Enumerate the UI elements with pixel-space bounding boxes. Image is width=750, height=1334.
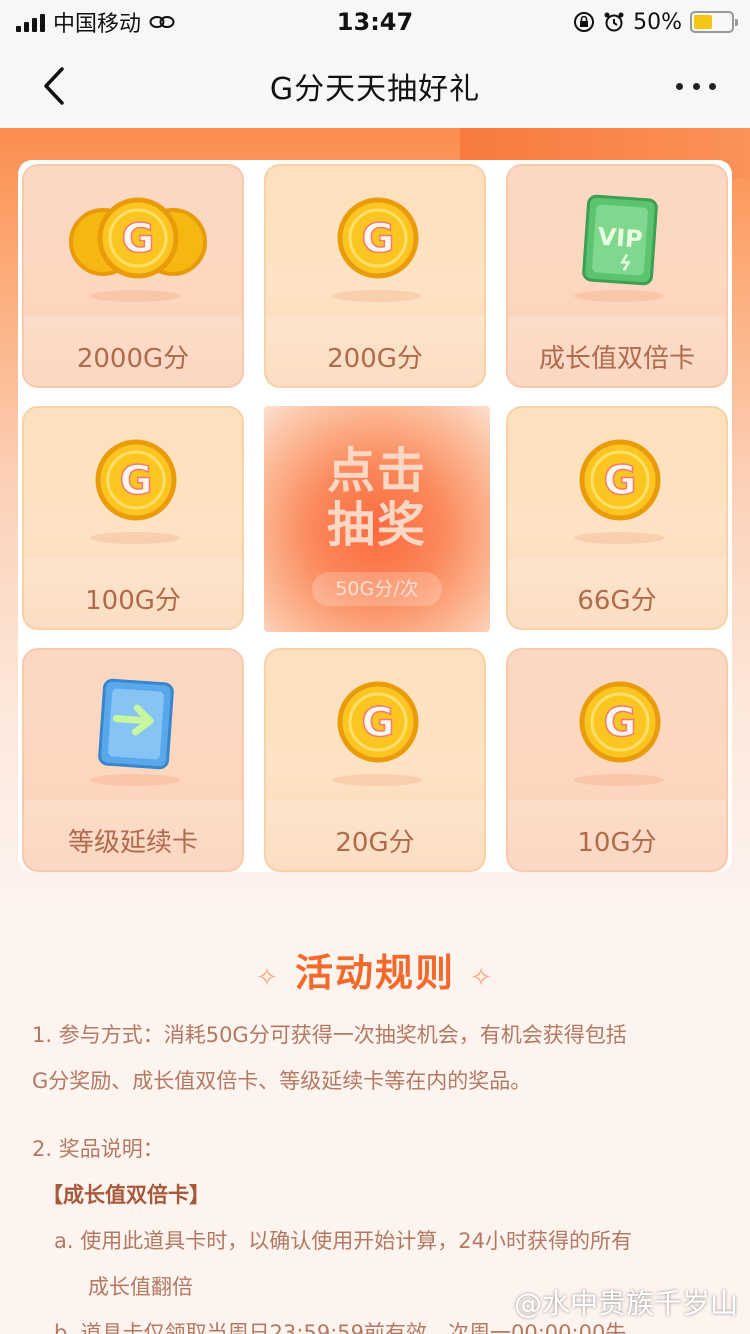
more-dot [692, 82, 700, 90]
prize-label: 66G分 [577, 586, 657, 616]
rules-title: 活动规则 [294, 951, 455, 995]
alarm-icon [604, 12, 624, 32]
rotation-lock-icon [574, 12, 595, 32]
battery-icon [690, 11, 738, 33]
prize-cell-10g: G 10G分 [506, 648, 728, 872]
g-coin-icon: G [579, 439, 661, 521]
prize-cell-66g: G 66G分 [506, 406, 728, 630]
g-coin-icon: G [95, 439, 177, 521]
carrier-label: 中国移动 [53, 12, 142, 37]
back-button[interactable] [34, 64, 74, 108]
status-bar: 中国移动 13:47 50% [0, 0, 750, 44]
arrow-card-icon [98, 678, 174, 770]
battery-level [694, 15, 712, 29]
g-coin-icon: G [337, 197, 419, 279]
rules-heading: ✧ 活动规则 ✧ [0, 942, 750, 997]
more-dot [676, 82, 683, 90]
rule-text: 1. 参与方式：消耗50G分可获得一次抽奖机会，有机会获得包括 [32, 1023, 627, 1047]
g-coin-icon: G [337, 681, 419, 763]
prize-label: 200G分 [327, 344, 423, 374]
prize-label: 100G分 [85, 586, 181, 616]
more-dot [709, 82, 716, 90]
sparkle-right-icon: ✧ [470, 963, 495, 993]
g-coin-icon: G [579, 681, 661, 763]
prize-label: 20G分 [335, 828, 415, 858]
page-title: G分天天抽好礼 [269, 72, 481, 107]
battery-percent: 50% [633, 9, 682, 35]
rule-section-title: 【成长值双倍卡】 [42, 1183, 210, 1207]
signal-icon [16, 12, 45, 32]
draw-button-line2: 抽奖 [326, 497, 427, 553]
navigation-bar: G分天天抽好礼 [0, 44, 750, 128]
vip-card-icon: VIP [582, 194, 658, 286]
prize-label: 成长值双倍卡 [538, 344, 695, 374]
prize-cell-100g: G 100G分 [22, 406, 244, 630]
rule-text: a. 使用此道具卡时，以确认使用开始计算，24小时获得的所有 [54, 1229, 632, 1253]
prize-label: 等级延续卡 [67, 828, 198, 858]
chevron-left-icon [44, 67, 64, 105]
rule-text: G分奖励、成长值双倍卡、等级延续卡等在内的奖品。 [32, 1069, 532, 1093]
prize-cell-2000g: G 2000G分 [22, 164, 244, 388]
rule-text: 2. 奖品说明： [32, 1137, 164, 1161]
prize-cell-level-extension-card: 等级延续卡 [22, 648, 244, 872]
draw-cost-badge: 50G分/次 [312, 572, 442, 606]
svg-text:G: G [362, 216, 395, 262]
svg-text:G: G [120, 458, 153, 504]
svg-text:VIP: VIP [597, 222, 644, 253]
prize-cell-20g: G 20G分 [264, 648, 486, 872]
prize-label: 10G分 [577, 828, 657, 858]
svg-text:G: G [122, 216, 155, 262]
more-button[interactable] [676, 70, 716, 102]
svg-text:G: G [604, 700, 637, 746]
lottery-grid: G 2000G分 G 200G分 VIP 成长值双倍卡 G 100G分 点击 抽… [18, 160, 732, 872]
sparkle-left-icon: ✧ [255, 963, 280, 993]
draw-button-line1: 点击 [326, 443, 427, 499]
prize-cell-200g: G 200G分 [264, 164, 486, 388]
svg-text:G: G [362, 700, 395, 746]
prize-label: 2000G分 [76, 344, 190, 374]
coins-stack-icon: G [69, 197, 207, 279]
draw-button[interactable]: 点击 抽奖 50G分/次 [264, 406, 490, 632]
link-icon [149, 16, 175, 28]
draw-button-title: 点击 抽奖 [264, 444, 490, 552]
svg-text:G: G [604, 458, 637, 504]
prize-cell-growth-double-card: VIP 成长值双倍卡 [506, 164, 728, 388]
watermark: @水中贵族千岁山 [513, 1287, 738, 1320]
